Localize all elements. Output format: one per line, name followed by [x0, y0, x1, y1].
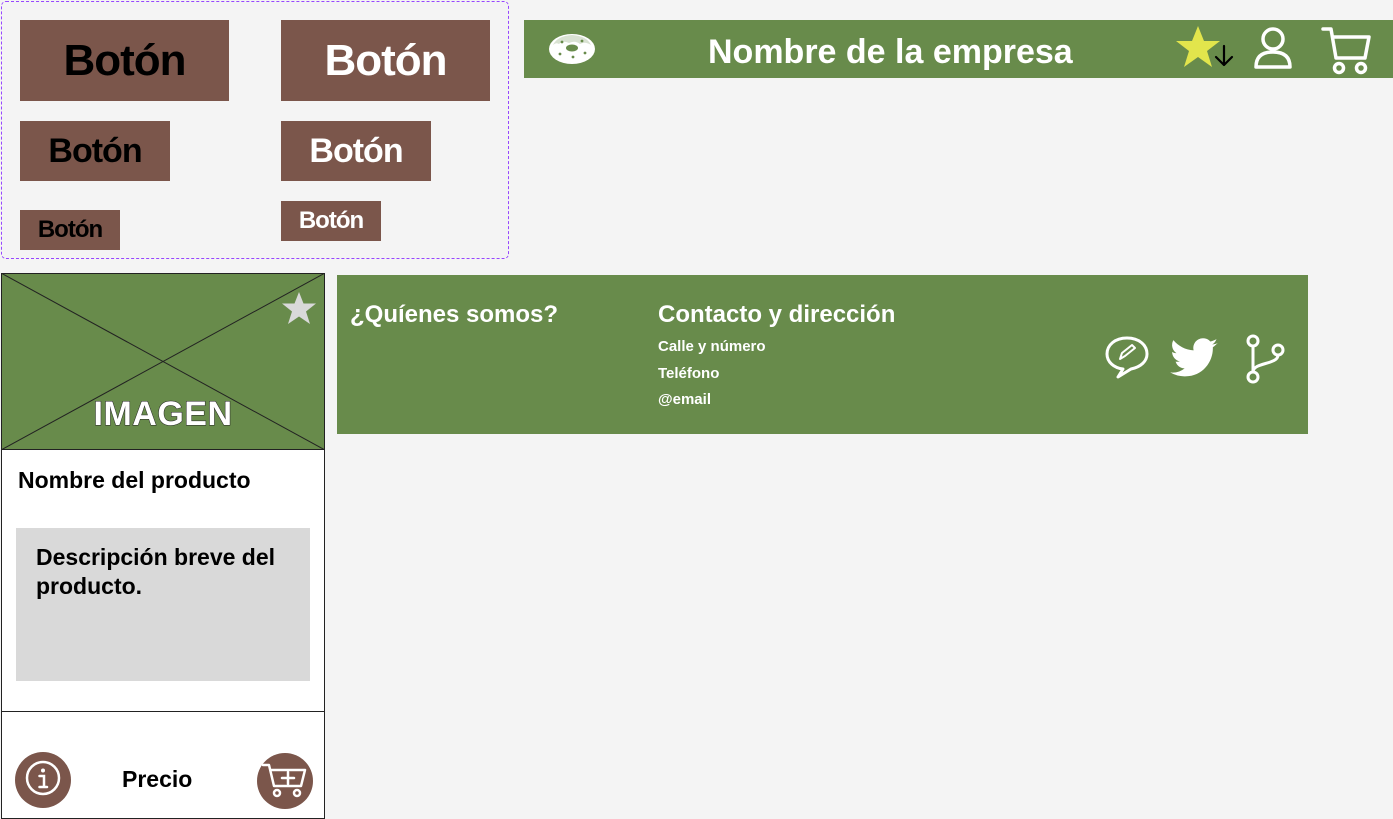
- favorite-star-icon[interactable]: [280, 291, 318, 332]
- user-icon[interactable]: [1253, 26, 1293, 75]
- product-description: Descripción breve del producto.: [16, 528, 310, 681]
- chat-icon[interactable]: [1104, 334, 1150, 385]
- card-divider: [1, 711, 325, 712]
- twitter-icon[interactable]: [1168, 333, 1220, 390]
- favorites-star-icon[interactable]: [1173, 24, 1239, 77]
- cart-icon[interactable]: [1320, 24, 1372, 81]
- site-footer: [337, 275, 1308, 434]
- add-to-cart-icon: [261, 759, 309, 804]
- info-button[interactable]: [15, 752, 71, 808]
- contact-title: Contacto y dirección: [658, 301, 896, 328]
- contact-phone: Teléfono: [658, 365, 720, 382]
- button-small-light[interactable]: Botón: [281, 201, 381, 241]
- button-small-dark[interactable]: Botón: [20, 210, 120, 250]
- info-icon: [24, 759, 62, 802]
- product-price: Precio: [122, 766, 193, 792]
- contact-email[interactable]: @email: [658, 391, 711, 408]
- add-to-cart-button[interactable]: [257, 753, 313, 809]
- company-name: Nombre de la empresa: [708, 33, 1073, 71]
- button-large-light[interactable]: Botón: [281, 20, 490, 101]
- button-medium-light[interactable]: Botón: [281, 121, 431, 181]
- image-label: IMAGEN: [93, 395, 233, 434]
- button-medium-dark[interactable]: Botón: [20, 121, 170, 181]
- contact-address: Calle y número: [658, 338, 766, 355]
- git-branch-icon[interactable]: [1242, 332, 1288, 391]
- button-large-dark[interactable]: Botón: [20, 20, 229, 101]
- donut-logo-icon[interactable]: [547, 31, 597, 72]
- about-title[interactable]: ¿Quíenes somos?: [350, 301, 558, 329]
- product-name: Nombre del producto: [18, 467, 251, 493]
